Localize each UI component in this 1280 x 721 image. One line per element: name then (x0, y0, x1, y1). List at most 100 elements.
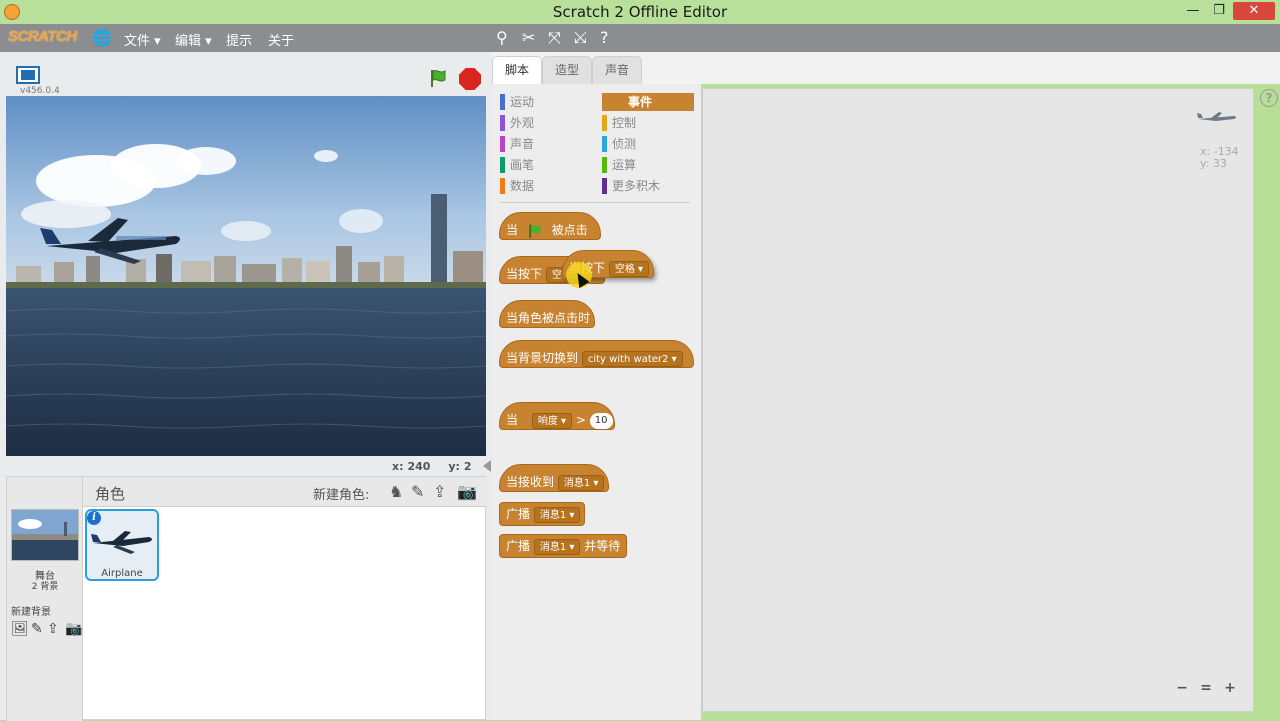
category-looks[interactable]: 外观 (500, 114, 592, 132)
menu-tips[interactable]: 提示 (226, 30, 252, 49)
duplicate-icon[interactable]: ⚲ (496, 28, 508, 47)
new-backdrop-label: 新建背景 (11, 607, 51, 618)
block-text: 并等待 (584, 539, 621, 553)
category-data[interactable]: 数据 (500, 177, 592, 195)
camera-backdrop-icon[interactable]: 📷 (65, 621, 82, 637)
category-sound[interactable]: 声音 (500, 135, 592, 153)
block-text: 当背景切换到 (506, 351, 579, 365)
block-broadcast[interactable]: 广播 消息1 ▾ (499, 502, 585, 526)
sprite-panel: 舞台 2 背景 新建背景 🖼 ✎ ⇪ 📷 角色 新建角色: ♞ ✎ ⇪ 📷 i … (6, 476, 487, 721)
block-text: 广播 (506, 507, 531, 521)
category-events[interactable]: 事件 (602, 93, 694, 111)
choose-sprite-icon[interactable]: ♞ (389, 482, 403, 501)
sprite-header: 角色 新建角色: ♞ ✎ ⇪ 📷 (83, 477, 487, 507)
block-text: 当接收到 (506, 475, 555, 489)
current-sprite-icon (1197, 112, 1236, 121)
category-operators[interactable]: 运算 (602, 156, 694, 174)
tab-scripts[interactable]: 脚本 (492, 56, 542, 84)
green-flag-icon[interactable] (428, 68, 448, 88)
green-flag-icon (529, 224, 541, 238)
category-motion[interactable]: 运动 (500, 93, 592, 111)
close-button[interactable]: ✕ (1233, 2, 1275, 20)
block-when-sensor-greater[interactable]: 当 响度 ▾ > 10 (499, 402, 615, 430)
globe-icon[interactable]: 🌐 (92, 28, 112, 47)
message-dropdown[interactable]: 消息1 ▾ (533, 506, 581, 523)
message-value: 消息1 (539, 541, 567, 553)
stage-canvas[interactable] (6, 96, 486, 456)
script-area[interactable] (702, 88, 1254, 712)
delete-icon[interactable]: ✂ (522, 28, 535, 47)
fullscreen-icon[interactable] (16, 66, 40, 84)
backdrop-dropdown[interactable]: city with water2 ▾ (581, 350, 683, 367)
scratch-logo[interactable]: SCRATCH (8, 28, 77, 45)
block-text: 当按下 (506, 267, 543, 281)
block-text: 当 (506, 413, 519, 427)
block-operator: > (575, 413, 586, 427)
key-dropdown[interactable]: 空格 ▾ (608, 260, 650, 277)
camera-sprite-icon[interactable]: 📷 (457, 482, 477, 501)
new-sprite-label: 新建角色: (313, 488, 370, 503)
stage-coordinates: x: 240 y: 2 (392, 460, 476, 473)
upload-backdrop-icon[interactable]: ⇪ (47, 621, 59, 637)
menu-bar: SCRATCH 🌐 文件 ▾ 编辑 ▾ 提示 关于 ⚲ ✂ ⤧ ⤩ ? (0, 24, 1280, 52)
category-pen[interactable]: 画笔 (500, 156, 592, 174)
palette-divider (500, 202, 690, 203)
block-when-backdrop-switches[interactable]: 当背景切换到 city with water2 ▾ (499, 340, 694, 368)
zoom-in-icon[interactable]: + (1220, 678, 1240, 698)
paint-backdrop-icon[interactable]: ✎ (31, 621, 43, 637)
block-broadcast-and-wait[interactable]: 广播 消息1 ▾ 并等待 (499, 534, 627, 558)
message-value: 消息1 (539, 509, 567, 521)
tabs-row: 脚本 造型 声音 (492, 52, 1280, 84)
y-label: y: (448, 460, 460, 473)
zoom-out-icon[interactable]: − (1172, 678, 1192, 698)
stage-panel: v456.0.4 x: 240 y: 2 舞台 2 背景 新建背景 🖼 ✎ ⇪ … (0, 52, 492, 721)
y-value: 2 (463, 460, 472, 473)
category-control[interactable]: 控制 (602, 114, 694, 132)
message-dropdown[interactable]: 消息1 ▾ (533, 538, 581, 555)
block-text: 被点击 (551, 223, 588, 237)
title-bar: Scratch 2 Offline Editor — ❐ ✕ (0, 0, 1280, 24)
block-when-receive[interactable]: 当接收到 消息1 ▾ (499, 464, 609, 492)
shrink-icon[interactable]: ⤩ (574, 28, 587, 48)
menu-file[interactable]: 文件 ▾ (124, 30, 161, 49)
threshold-input[interactable]: 10 (589, 412, 613, 429)
version-label: v456.0.4 (20, 86, 60, 96)
tab-sounds[interactable]: 声音 (592, 56, 642, 84)
y-label: y: (1200, 157, 1210, 170)
upload-sprite-icon[interactable]: ⇪ (433, 482, 446, 501)
block-text: 当角色被点击时 (506, 311, 591, 325)
block-text: 当 (506, 223, 519, 237)
y-value: 33 (1212, 157, 1227, 170)
menu-edit[interactable]: 编辑 ▾ (175, 30, 212, 49)
category-more-blocks[interactable]: 更多积木 (602, 177, 694, 195)
paint-sprite-icon[interactable]: ✎ (411, 482, 424, 501)
sprite-xy-readout: x: -134 y: 33 (1200, 146, 1239, 170)
stage-column: 舞台 2 背景 新建背景 🖼 ✎ ⇪ 📷 (7, 477, 83, 721)
backdrop-value: city with water2 (587, 353, 669, 365)
zoom-reset-icon[interactable]: = (1196, 678, 1216, 698)
sensor-value: 响度 (537, 415, 558, 427)
choose-backdrop-icon[interactable]: 🖼 (11, 621, 29, 637)
minimize-button[interactable]: — (1180, 2, 1206, 20)
menu-about[interactable]: 关于 (268, 30, 294, 49)
category-sensing[interactable]: 侦测 (602, 135, 694, 153)
airplane-thumbnail (91, 531, 152, 554)
grow-icon[interactable]: ⤧ (548, 28, 561, 48)
sprite-tile-airplane[interactable]: i Airplane (85, 509, 159, 581)
sprite-name: Airplane (101, 568, 143, 579)
window-title: Scratch 2 Offline Editor (552, 3, 728, 21)
message-value: 消息1 (563, 477, 591, 489)
sprites-label: 角色 (95, 485, 126, 503)
help-icon[interactable]: ? (1260, 89, 1278, 107)
message-dropdown[interactable]: 消息1 ▾ (557, 474, 605, 491)
block-when-flag-clicked[interactable]: 当 被点击 (499, 212, 601, 240)
stage-thumbnail[interactable] (11, 509, 79, 561)
sensor-dropdown[interactable]: 响度 ▾ (531, 412, 573, 429)
maximize-button[interactable]: ❐ (1206, 2, 1232, 20)
key-value: 空格 (614, 263, 635, 275)
block-when-sprite-clicked[interactable]: 当角色被点击时 (499, 300, 595, 328)
tab-costumes[interactable]: 造型 (542, 56, 592, 84)
help-icon[interactable]: ? (600, 28, 609, 47)
stop-icon[interactable] (459, 68, 481, 90)
collapse-stage-arrow-icon[interactable] (483, 460, 491, 472)
